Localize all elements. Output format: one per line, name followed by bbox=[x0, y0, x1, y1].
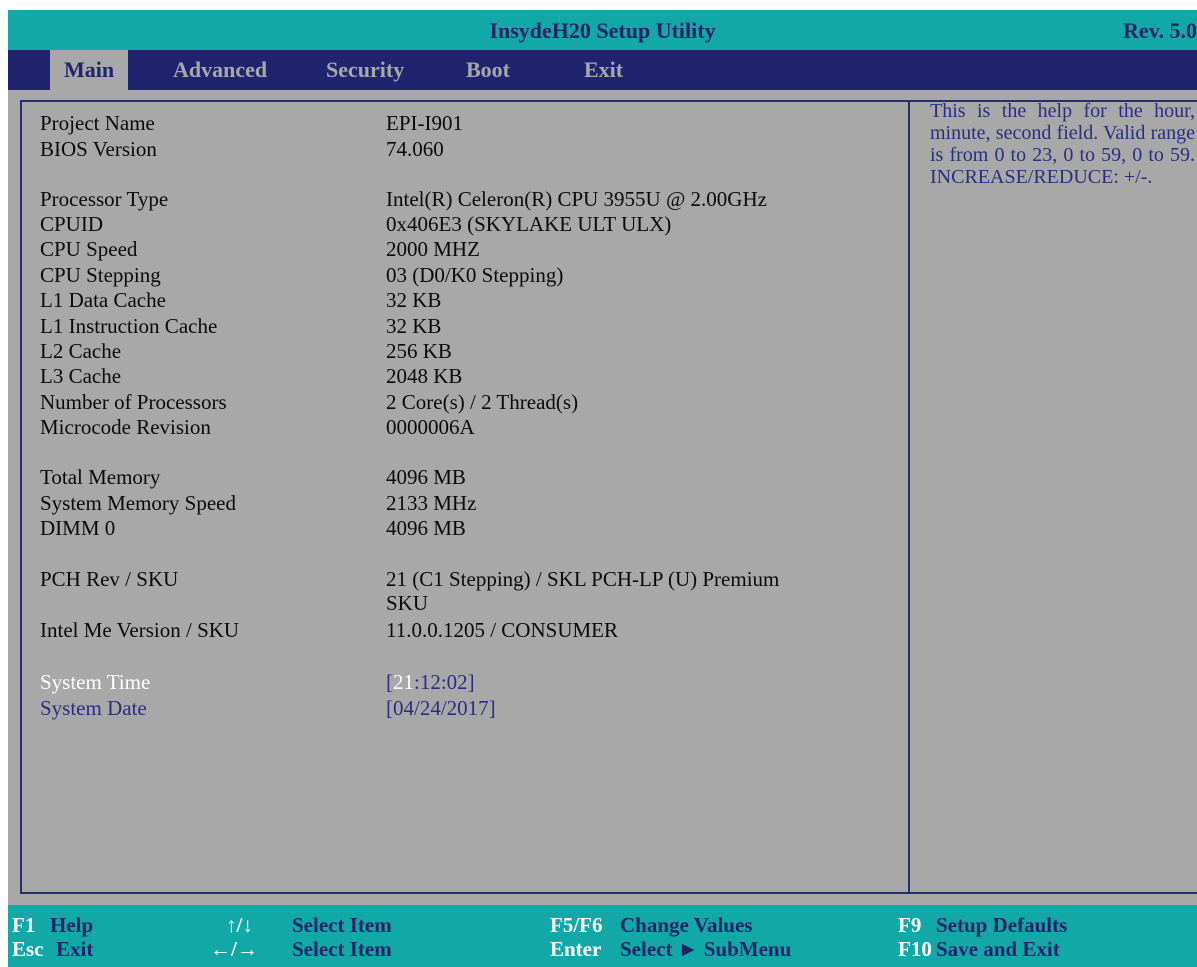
f9-key: F9 bbox=[898, 913, 922, 937]
microcode-value: 0000006A bbox=[386, 415, 475, 439]
dimm0-value: 4096 MB bbox=[386, 516, 466, 540]
up-down-arrows-icon: ↑/↓ bbox=[226, 913, 253, 937]
project-name-label: Project Name bbox=[40, 111, 155, 135]
cpu-stepping-label: CPU Stepping bbox=[40, 263, 161, 287]
tab-main[interactable]: Main bbox=[50, 50, 129, 90]
tab-security[interactable]: Security bbox=[320, 50, 410, 90]
dimm0-label: DIMM 0 bbox=[40, 516, 116, 540]
tab-advanced[interactable]: Advanced bbox=[167, 50, 273, 90]
enter-key: Enter bbox=[550, 937, 602, 961]
l1-data-cache-label: L1 Data Cache bbox=[40, 288, 166, 312]
total-memory-label: Total Memory bbox=[40, 465, 161, 489]
esc-key: Esc bbox=[12, 937, 44, 961]
tab-exit[interactable]: Exit bbox=[578, 50, 629, 90]
cpu-speed-value: 2000 MHZ bbox=[386, 237, 480, 261]
cpuid-label: CPUID bbox=[40, 212, 104, 236]
app-title: InsydeH20 Setup Utility bbox=[489, 18, 716, 43]
tab-boot[interactable]: Boot bbox=[460, 50, 516, 90]
help-text: This is the help for the hour, minute, s… bbox=[930, 100, 1195, 188]
f5f6-desc: Change Values bbox=[620, 913, 753, 937]
select-item-desc-1: Select Item bbox=[292, 913, 392, 937]
me-version-label: Intel Me Version / SKU bbox=[40, 618, 240, 642]
cpu-speed-label: CPU Speed bbox=[40, 237, 138, 261]
memory-speed-label: System Memory Speed bbox=[40, 491, 236, 515]
cpu-stepping-value: 03 (D0/K0 Stepping) bbox=[386, 263, 564, 287]
me-version-value: 11.0.0.1205 / CONSUMER bbox=[386, 618, 618, 642]
num-processors-value: 2 Core(s) / 2 Thread(s) bbox=[386, 390, 579, 414]
system-time-field[interactable]: [21:12:02] bbox=[386, 670, 475, 695]
l2-cache-label: L2 Cache bbox=[40, 339, 122, 363]
revision-label: Rev. 5.0 bbox=[1123, 18, 1197, 43]
title-bar: InsydeH20 Setup Utility Rev. 5.0 bbox=[8, 10, 1197, 50]
f10-key: F10 bbox=[898, 937, 932, 961]
enter-desc: Select ► SubMenu bbox=[620, 937, 792, 961]
l2-cache-value: 256 KB bbox=[386, 339, 452, 363]
system-date-label[interactable]: System Date bbox=[40, 696, 147, 721]
l1-instruction-cache-value: 32 KB bbox=[386, 314, 442, 338]
f10-desc: Save and Exit bbox=[936, 937, 1060, 961]
cpuid-value: 0x406E3 (SKYLAKE ULT ULX) bbox=[386, 212, 672, 236]
pch-value-line2: SKU bbox=[386, 591, 429, 615]
processor-type-label: Processor Type bbox=[40, 187, 169, 211]
time-bracket: [ bbox=[386, 670, 393, 694]
project-name-value: EPI-I901 bbox=[386, 111, 463, 135]
pch-value-line1: 21 (C1 Stepping) / SKL PCH-LP (U) Premiu… bbox=[386, 567, 780, 591]
bios-screen: InsydeH20 Setup Utility Rev. 5.0 Main Ad… bbox=[8, 0, 1197, 967]
bios-version-label: BIOS Version bbox=[40, 137, 157, 161]
l1-instruction-cache-label: L1 Instruction Cache bbox=[40, 314, 218, 338]
bios-version-value: 74.060 bbox=[386, 137, 444, 161]
l1-data-cache-value: 32 KB bbox=[386, 288, 442, 312]
total-memory-value: 4096 MB bbox=[386, 465, 466, 489]
help-divider bbox=[908, 100, 910, 894]
time-rest[interactable]: :12:02] bbox=[414, 670, 475, 694]
f1-key: F1 bbox=[12, 913, 36, 937]
l3-cache-value: 2048 KB bbox=[386, 364, 463, 388]
pch-label: PCH Rev / SKU bbox=[40, 567, 179, 591]
num-processors-label: Number of Processors bbox=[40, 390, 227, 414]
f5f6-key: F5/F6 bbox=[550, 913, 603, 937]
system-date-field[interactable]: [04/24/2017] bbox=[386, 696, 496, 721]
l3-cache-label: L3 Cache bbox=[40, 364, 122, 388]
processor-type-value: Intel(R) Celeron(R) CPU 3955U @ 2.00GHz bbox=[386, 187, 767, 211]
menu-bar: Main Advanced Security Boot Exit bbox=[8, 50, 1197, 90]
f1-desc: Help bbox=[50, 913, 94, 937]
footer-bar: F1 Help Esc Exit ↑/↓ Select Item ←/→ Sel… bbox=[8, 905, 1197, 967]
time-hour[interactable]: 21 bbox=[393, 670, 414, 694]
f9-desc: Setup Defaults bbox=[936, 913, 1068, 937]
system-time-label[interactable]: System Time bbox=[40, 670, 150, 695]
microcode-label: Microcode Revision bbox=[40, 415, 211, 439]
memory-speed-value: 2133 MHz bbox=[386, 491, 477, 515]
esc-desc: Exit bbox=[56, 937, 94, 961]
left-right-arrows-icon: ←/→ bbox=[210, 937, 258, 961]
select-item-desc-2: Select Item bbox=[292, 937, 392, 961]
